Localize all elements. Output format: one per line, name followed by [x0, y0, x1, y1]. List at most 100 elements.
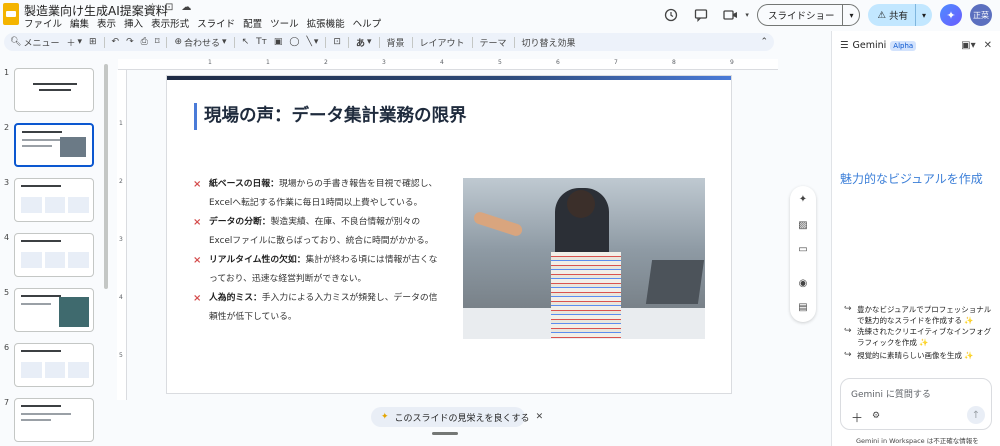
image-icon[interactable]: ▣	[274, 37, 283, 47]
gemini-suggestion[interactable]: ↪ 視覚的に素晴らしい画像を生成 ✨	[844, 350, 994, 361]
print-icon[interactable]: ⎙	[141, 37, 148, 47]
theme-button[interactable]: テーマ	[480, 36, 507, 49]
slide-number: 4	[4, 233, 10, 242]
text-style-tool[interactable]: あ ▾	[356, 36, 372, 49]
folder-icon[interactable]: ▭	[797, 244, 809, 256]
share-button[interactable]: ⚠ 共有 ▾	[868, 4, 932, 26]
slide-canvas[interactable]: 現場の声：データ集計業務の限界 × 紙ベースの日報：現場からの手書き報告を目視で…	[166, 75, 732, 394]
slide-number: 6	[4, 343, 10, 352]
slide-thumb-row[interactable]: 2	[0, 115, 100, 167]
thumb-cards	[21, 197, 90, 213]
redo-icon[interactable]: ↷	[126, 37, 134, 47]
filmstrip-scrollbar[interactable]	[104, 64, 108, 289]
slide-photo[interactable]	[463, 178, 705, 339]
menu-bar: ファイル 編集 表示 挿入 表示形式 スライド 配置 ツール 拡張機能 ヘルプ	[24, 16, 381, 30]
toolbar-divider	[325, 36, 327, 48]
shape-icon[interactable]: ◯	[289, 37, 299, 47]
bullet-item: × リアルタイム性の欠如：集計が終わる頃には情報が古くなっており、迅速な経営判断…	[191, 251, 443, 289]
menu-tools[interactable]: ツール	[270, 16, 299, 30]
slideshow-dropdown-icon[interactable]: ▾	[843, 11, 859, 20]
close-panel-icon[interactable]: ✕	[984, 40, 992, 51]
paint-format-icon[interactable]: ⌑	[155, 37, 160, 47]
add-attachment-icon[interactable]: ＋	[851, 409, 863, 426]
undo-icon[interactable]: ↶	[112, 37, 120, 47]
gemini-suggestion[interactable]: ↪ 洗練されたクリエイティブなインフォグラフィックを作成 ✨	[844, 326, 994, 348]
meet-video-icon[interactable]	[721, 5, 741, 25]
slide-thumb-row[interactable]: 5	[0, 280, 100, 332]
gemini-input-placeholder[interactable]: Gemini に質問する	[851, 387, 931, 400]
slideshow-button[interactable]: スライドショー ▾	[756, 4, 861, 26]
improve-slide-button[interactable]: ✦ このスライドの見栄えを良くする ✕	[371, 407, 543, 427]
menu-file[interactable]: ファイル	[24, 16, 62, 30]
photo-hand	[472, 210, 524, 238]
slide-thumbnail[interactable]	[14, 233, 94, 277]
menu-edit[interactable]: 編集	[70, 16, 89, 30]
avatar[interactable]: 正菜	[970, 4, 992, 26]
tune-icon[interactable]: ⚙	[872, 411, 880, 421]
slideshow-label[interactable]: スライドショー	[758, 5, 844, 25]
slide-thumb-row[interactable]: 7	[0, 390, 100, 442]
thumb-image	[60, 137, 86, 157]
slide-thumbnail[interactable]	[14, 343, 94, 387]
slide-thumb-row[interactable]: 6	[0, 335, 100, 387]
vertical-ruler[interactable]: 1 2 3 4 5	[117, 70, 127, 400]
comment-add-icon[interactable]: ⊡	[333, 37, 341, 47]
zoom-select[interactable]: ⊕ 合わせる ▾	[174, 36, 226, 49]
horizontal-ruler[interactable]: 1 1 2 3 4 5 6 7 8 9	[118, 59, 778, 70]
toolbar-divider	[347, 36, 349, 48]
speaker-notes-handle[interactable]	[432, 432, 458, 435]
slide-thumbnail[interactable]	[14, 178, 94, 222]
meet-dropdown-icon[interactable]: ▾	[745, 11, 749, 19]
ruler-tick: 5	[119, 352, 123, 359]
line-icon: ╲	[306, 37, 312, 47]
cloud-status-icon[interactable]: ☁	[181, 2, 191, 13]
line-dropdown-icon: ▾	[313, 37, 319, 47]
search-menu-button[interactable]: 🔍︎ メニュー	[10, 36, 59, 49]
share-dropdown-icon[interactable]: ▾	[916, 11, 932, 20]
new-slide-button[interactable]: ＋ ▾	[66, 36, 82, 49]
select-cursor-icon[interactable]: ↖	[242, 37, 250, 47]
close-icon[interactable]: ✕	[536, 412, 544, 422]
menu-insert[interactable]: 挿入	[124, 16, 143, 30]
slides-logo-icon[interactable]	[3, 3, 19, 25]
menu-view[interactable]: 表示	[97, 16, 116, 30]
record-icon[interactable]: ◉	[797, 278, 809, 290]
gemini-prompt-box[interactable]: Gemini に質問する ＋ ⚙ ↑	[840, 378, 992, 430]
menu-arrange[interactable]: 配置	[243, 16, 262, 30]
ruler-tick: 2	[119, 178, 123, 185]
star-icon[interactable]: ☆	[148, 2, 157, 13]
menu-format[interactable]: 表示形式	[151, 16, 189, 30]
layout-button[interactable]: レイアウト	[420, 36, 465, 49]
text-box-icon[interactable]: Tт	[256, 37, 267, 47]
comments-icon[interactable]	[691, 5, 711, 25]
move-folder-icon[interactable]: ⊡	[165, 2, 173, 13]
speaker-notes-icon[interactable]: ▤	[797, 302, 809, 314]
share-button-main[interactable]: ⚠ 共有	[868, 4, 916, 26]
slide-thumb-row[interactable]: 1	[0, 60, 100, 112]
bullet-list[interactable]: × 紙ベースの日報：現場からの手書き報告を目視で確認し、Excelへ転記する作業…	[191, 175, 443, 327]
slide-thumbnail[interactable]	[14, 398, 94, 442]
history-icon[interactable]	[661, 5, 681, 25]
background-button[interactable]: 背景	[387, 36, 405, 49]
slide-title[interactable]: 現場の声：データ集計業務の限界	[204, 102, 467, 127]
menu-extensions[interactable]: 拡張機能	[307, 16, 345, 30]
menu-help[interactable]: ヘルプ	[353, 16, 382, 30]
new-slide-layout-icon[interactable]: ⊞	[89, 37, 97, 47]
panel-layout-icon[interactable]: ▣▾	[961, 40, 975, 51]
send-icon[interactable]: ↑	[967, 406, 985, 424]
hamburger-icon[interactable]: ☰	[840, 40, 849, 51]
image-gen-icon[interactable]: ▨	[797, 220, 809, 232]
slide-thumbnail[interactable]	[14, 68, 94, 112]
gemini-suggestion[interactable]: ↪ 豊かなビジュアルでプロフェッショナルで魅力的なスライドを作成する ✨	[844, 304, 994, 326]
sparkle-wand-icon[interactable]: ✦	[797, 194, 809, 206]
line-tool[interactable]: ╲ ▾	[306, 37, 318, 47]
slide-thumbnail-active[interactable]	[14, 123, 94, 167]
collapse-toolbar-icon[interactable]: ⌃	[760, 37, 768, 47]
menu-slide[interactable]: スライド	[197, 16, 235, 30]
slide-thumbnail[interactable]	[14, 288, 94, 332]
transition-button[interactable]: 切り替え効果	[522, 36, 576, 49]
slide-thumb-row[interactable]: 4	[0, 225, 100, 277]
gemini-sparkle-icon[interactable]: ✦	[940, 4, 962, 26]
slide-thumb-row[interactable]: 3	[0, 170, 100, 222]
thumb-title-line	[21, 185, 61, 187]
